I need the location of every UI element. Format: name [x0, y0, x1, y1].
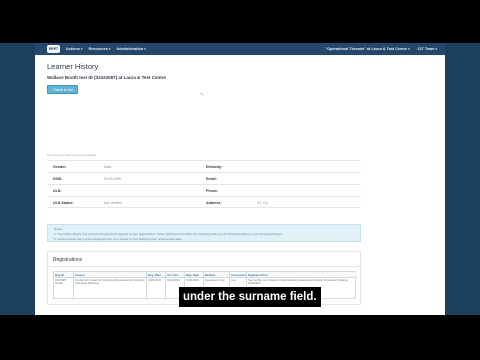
- centre-selector-label: "Operational Threads" at Laura & Tast Ce…: [325, 47, 408, 51]
- nav-resources-label: Resources: [88, 47, 108, 51]
- ethnicity-label: Ethnicity:: [206, 165, 223, 169]
- chevron-down-icon: ▾: [435, 47, 437, 51]
- chevron-down-icon: ▾: [108, 47, 111, 51]
- email-label: Email:: [206, 177, 217, 181]
- nav-resources[interactable]: Resources▾: [88, 47, 110, 51]
- dob-value: 01/01/1999: [104, 177, 121, 181]
- address-value: XX, Eg: [257, 201, 268, 205]
- notes-alert: Notes: 1. The facility shows only course…: [47, 224, 361, 242]
- address-label: Address:: [206, 201, 222, 205]
- nav-actions[interactable]: Actions▾: [66, 47, 82, 51]
- back-to-list-button[interactable]: ‹ Back to list: [47, 85, 78, 94]
- gender-value: Male: [104, 165, 112, 169]
- registrations-title: Registrations: [53, 257, 83, 263]
- chevron-down-icon: ▾: [144, 47, 146, 51]
- browser-viewport: REPT Actions▾ Resources▾ Administration▾…: [0, 43, 480, 315]
- centre-selector[interactable]: "Operational Threads" at Laura & Tast Ce…: [325, 47, 409, 51]
- mouse-cursor-icon: ↖: [200, 92, 205, 98]
- details-row: Gender: Male Ethnicity:: [47, 160, 361, 172]
- notes-line-2: 2. Achievements may not be displayed her…: [54, 237, 183, 241]
- user-menu[interactable]: CIT Team▾: [418, 47, 437, 51]
- app-logo[interactable]: REPT: [47, 45, 60, 53]
- notes-title: Notes:: [54, 227, 63, 231]
- uln-status-label: ULN Status:: [53, 201, 74, 205]
- back-to-list-label: Back to list: [54, 87, 73, 92]
- nav-administration[interactable]: Administration▾: [116, 47, 145, 51]
- details-row: ULN Status: Not Verified Address: XX, Eg: [47, 196, 361, 208]
- notes-line-1: 1. The facility shows only courses achie…: [54, 232, 284, 236]
- table-cell-reg-date: 01/01/2023: [147, 278, 166, 300]
- nav-administration-label: Administration: [116, 47, 144, 51]
- nav-actions-label: Actions: [66, 47, 80, 51]
- user-menu-label: CIT Team: [417, 47, 435, 51]
- page-title: Learner History: [47, 62, 99, 71]
- uln-label: ULN:: [53, 189, 62, 193]
- uln-status-value: Not Verified: [104, 201, 122, 205]
- dob-label: DOB:: [53, 177, 63, 181]
- table-cell-course: IGCSE Unit 1 Award in Understanding Asse…: [74, 278, 147, 300]
- details-row: DOB: 01/01/1999 Email:: [47, 172, 361, 184]
- phone-label: Phone:: [206, 189, 219, 193]
- details-intro-note: Here are the student's current details: [47, 153, 97, 157]
- divider: [48, 266, 361, 267]
- table-cell-reg-id[interactable]: 34243987 Details: [54, 278, 74, 300]
- gender-label: Gender:: [53, 165, 67, 169]
- main-content: Learner History Wallace Booth test ID (3…: [35, 55, 445, 315]
- learner-subtitle: Wallace Booth test ID (32343087) at Laur…: [47, 75, 167, 80]
- video-frame: REPT Actions▾ Resources▾ Administration▾…: [0, 0, 480, 360]
- chevron-down-icon: ▾: [80, 47, 83, 51]
- details-row: ULN: Phone:: [47, 184, 361, 196]
- nav-right-group: "Operational Threads" at Laura & Tast Ce…: [325, 47, 445, 51]
- video-caption: under the surname field.: [179, 287, 321, 307]
- top-navbar: REPT Actions▾ Resources▾ Administration▾…: [35, 43, 445, 55]
- chevron-down-icon: ▾: [408, 47, 410, 51]
